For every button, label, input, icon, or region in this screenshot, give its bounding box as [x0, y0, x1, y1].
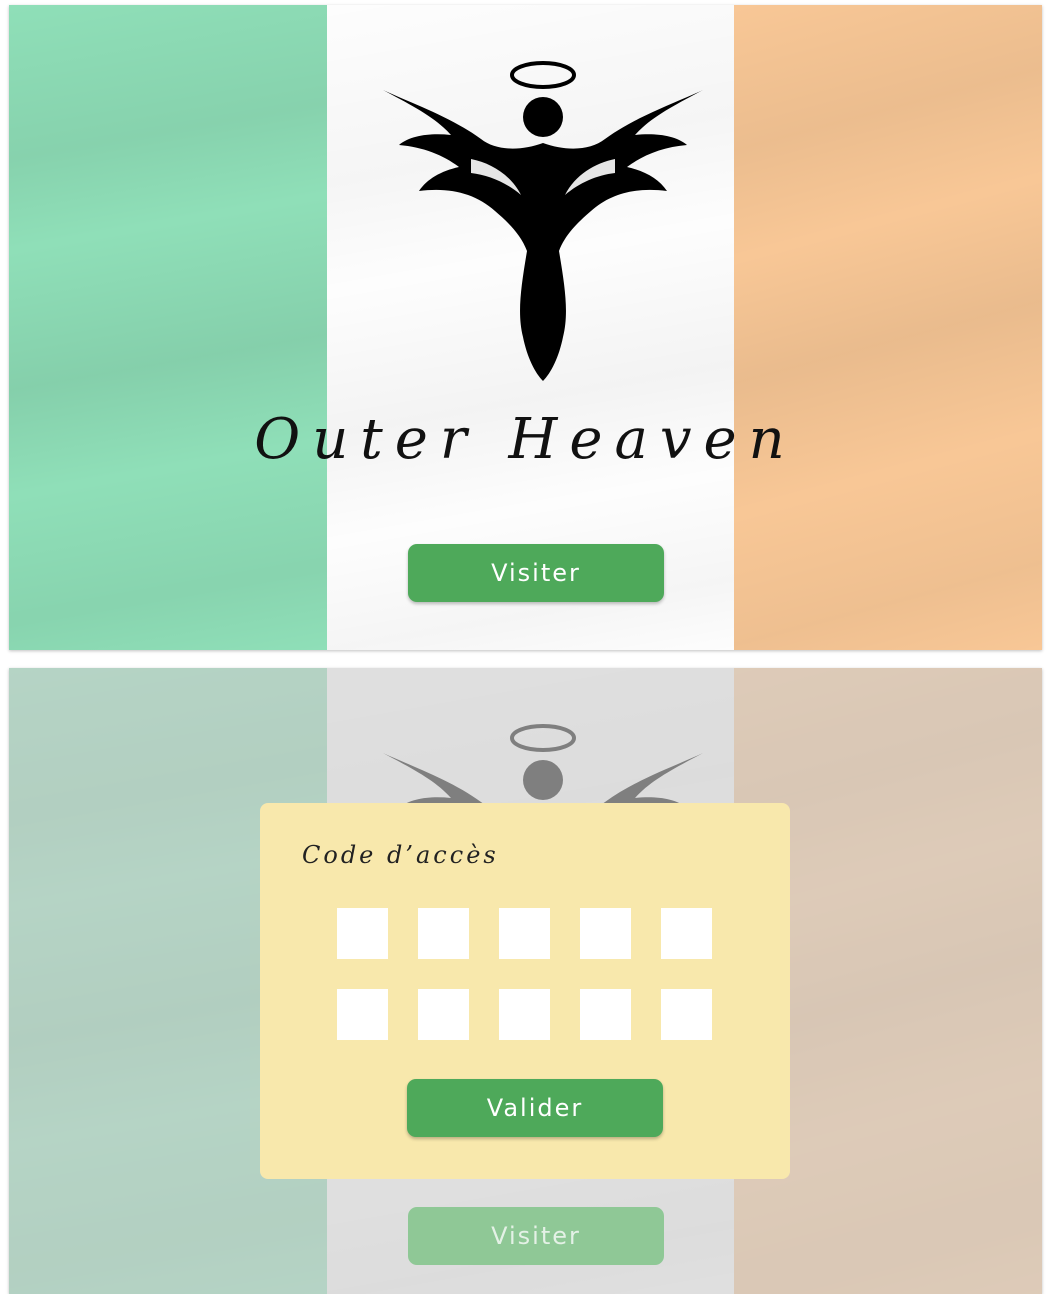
dialog-title: Code d’accès [302, 841, 499, 869]
access-code-dialog: Code d’accès Valider [260, 803, 790, 1179]
code-digit-10[interactable] [661, 989, 712, 1040]
app-title: Outer Heaven [254, 407, 797, 472]
code-digit-6[interactable] [337, 989, 388, 1040]
angel-logo-icon [383, 61, 703, 381]
flag-green-stripe [9, 5, 327, 650]
code-digit-7[interactable] [418, 989, 469, 1040]
code-digit-3[interactable] [499, 908, 550, 959]
visit-button[interactable]: Visiter [408, 544, 664, 602]
validate-button[interactable]: Valider [407, 1079, 663, 1137]
flag-orange-stripe [734, 5, 1042, 650]
code-digit-5[interactable] [661, 908, 712, 959]
access-code-inputs [337, 908, 712, 1040]
visit-button-disabled: Visiter [408, 1207, 664, 1265]
access-code-screen: Visiter Code d’accès Valider [9, 668, 1042, 1294]
landing-screen: Outer Heaven Visiter [9, 5, 1042, 650]
code-digit-1[interactable] [337, 908, 388, 959]
code-digit-2[interactable] [418, 908, 469, 959]
code-digit-9[interactable] [580, 989, 631, 1040]
code-digit-8[interactable] [499, 989, 550, 1040]
code-digit-4[interactable] [580, 908, 631, 959]
